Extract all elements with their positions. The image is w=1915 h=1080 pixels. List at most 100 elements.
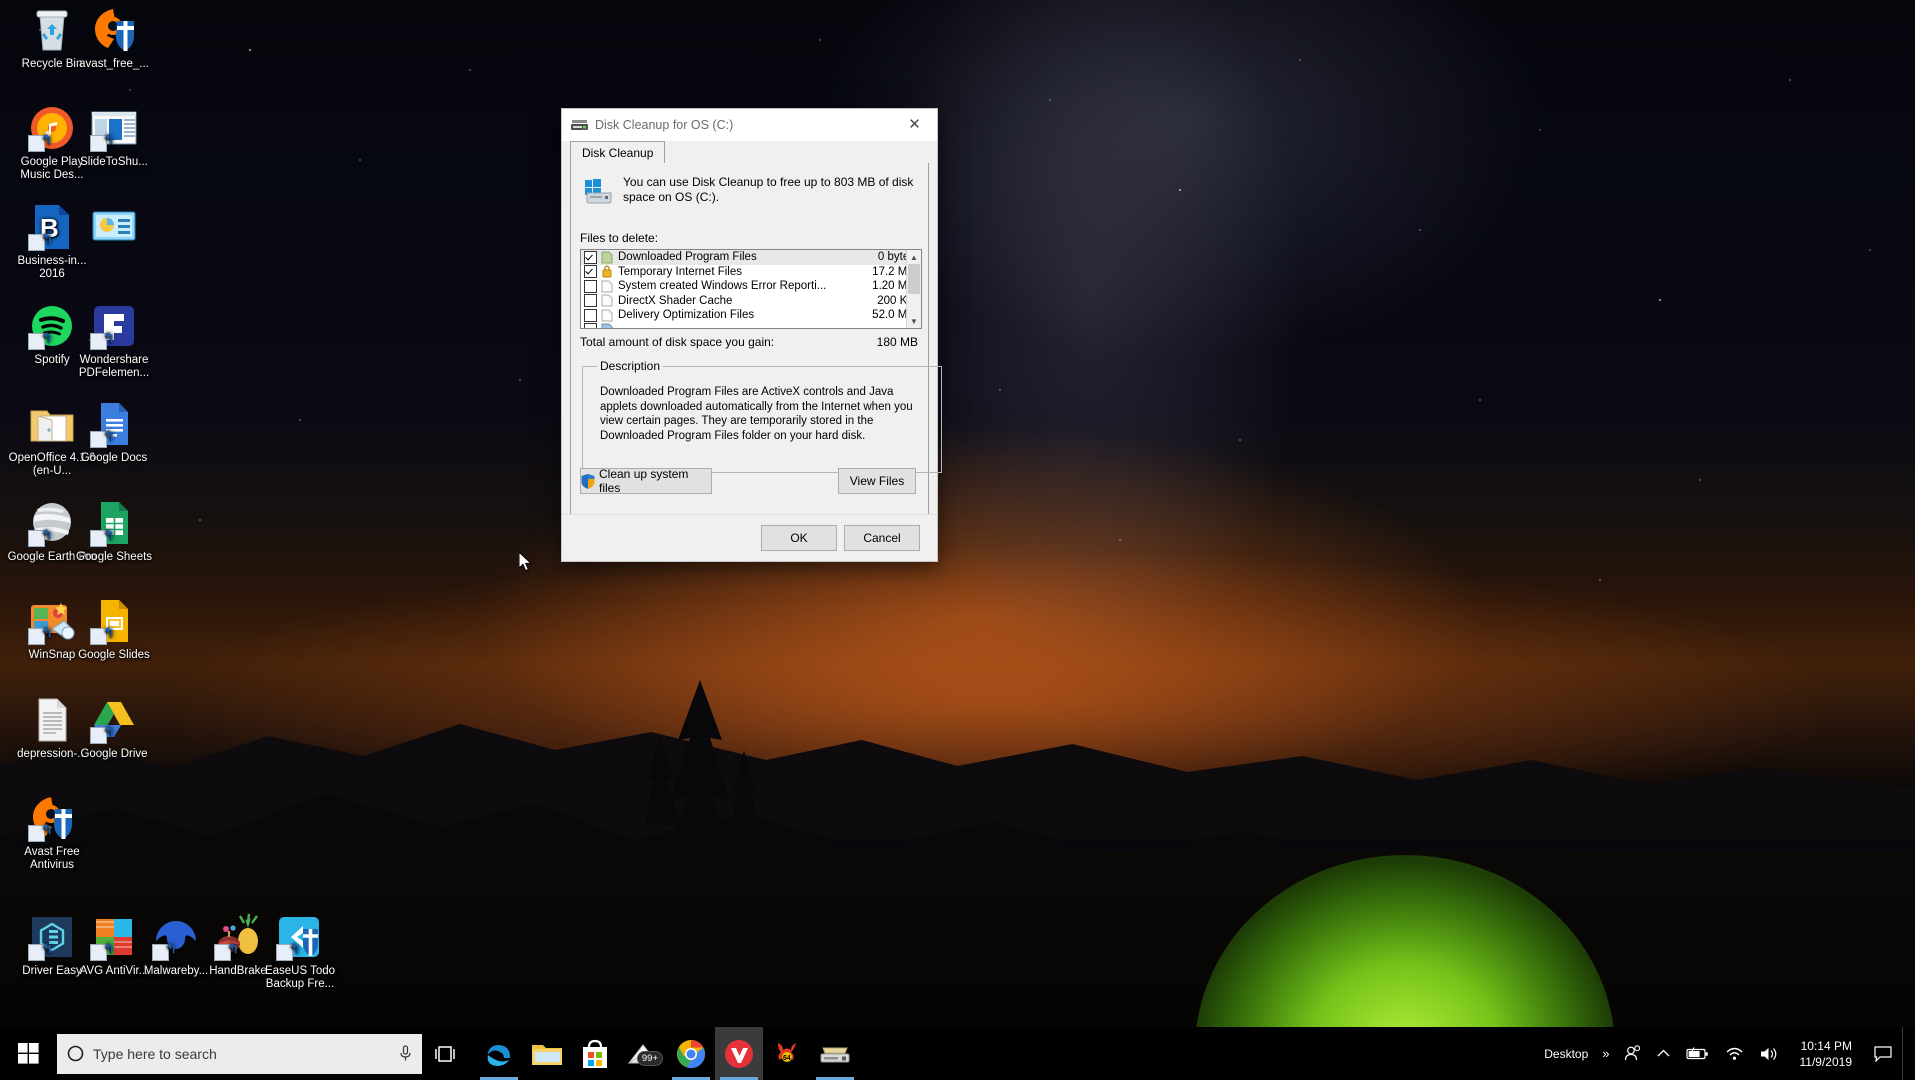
desktop-icon-google-slides-icon[interactable]: Google Slides <box>68 597 160 662</box>
shortcut-overlay-icon <box>90 431 107 448</box>
file-list-row[interactable]: Downloaded Program Files 0 bytes <box>581 250 921 265</box>
chevron-up-icon[interactable] <box>1649 1027 1678 1080</box>
file-checkbox[interactable] <box>584 279 597 293</box>
description-text: Downloaded Program Files are ActiveX con… <box>600 386 913 442</box>
cancel-button[interactable]: Cancel <box>844 525 920 551</box>
taskbar-button-avg-tuneup[interactable]: 64 <box>763 1027 811 1080</box>
desktop-icon-wondershare-pdfelement-icon[interactable]: Wondershare PDFelemen... <box>68 302 160 380</box>
chevron-up-icon[interactable]: ▲ <box>907 250 921 264</box>
shortcut-overlay-icon <box>28 825 45 842</box>
dialog-body: Disk Cleanup You can use Disk Cleanup to… <box>562 141 942 561</box>
desktop-icon-avast-free-antivirus-icon[interactable]: Avast Free Antivirus <box>6 794 98 872</box>
tab-disk-cleanup[interactable]: Disk Cleanup <box>570 141 666 165</box>
notification-icon[interactable] <box>1864 1027 1902 1080</box>
desktop-icon-label: SlideToShu... <box>80 156 148 168</box>
lock-folder-icon <box>601 265 613 278</box>
taskbar-button-vivaldi[interactable] <box>715 1027 763 1080</box>
desktop-icon-google-docs-icon[interactable]: Google Docs <box>68 400 160 465</box>
shortcut-overlay-icon <box>90 727 107 744</box>
chrome-icon <box>676 1039 706 1069</box>
shortcut-overlay-icon <box>28 628 45 645</box>
file-list-row[interactable]: DirectX Shader Cache 200 KB <box>581 294 921 309</box>
shortcut-overlay-icon <box>28 333 45 350</box>
uac-shield-icon <box>581 473 595 489</box>
scrollbar-thumb[interactable] <box>908 264 920 294</box>
dialog-panel: You can use Disk Cleanup to free up to 8… <box>570 163 942 553</box>
file-name: Temporary Internet Files <box>618 265 742 278</box>
file-checkbox[interactable] <box>584 265 597 279</box>
pine-trees <box>645 680 760 865</box>
desktop-icon-easeus-todo-backup-icon[interactable]: EaseUS Todo Backup Fre... <box>254 913 346 991</box>
taskbar-button-file-explorer[interactable] <box>523 1027 571 1080</box>
battery-charging-icon[interactable] <box>1678 1027 1717 1080</box>
desktop-icon-grid: Recycle Binavast_free_...Google Play Mus… <box>0 0 420 1020</box>
file-name: Delivery Optimization Files <box>618 309 755 322</box>
file-checkbox[interactable] <box>584 323 597 328</box>
desktop-icon-google-drive-icon[interactable]: Google Drive <box>68 696 160 761</box>
disk-cleanup-dialog[interactable]: Disk Cleanup for OS (C:) ✕ Disk Cleanup … <box>561 108 942 562</box>
slidetoshutdown-icon <box>90 104 138 152</box>
dialog-title: Disk Cleanup for OS (C:) <box>595 118 734 132</box>
wifi-icon[interactable] <box>1717 1027 1752 1080</box>
taskbar-button-microsoft-store[interactable] <box>571 1027 619 1080</box>
google-sheets-icon <box>90 499 138 547</box>
ok-label: OK <box>790 531 808 545</box>
list-scrollbar[interactable]: ▲ ▼ <box>906 250 921 328</box>
wondershare-pdfelement-icon <box>90 302 138 350</box>
taskbar-button-chrome[interactable] <box>667 1027 715 1080</box>
people-icon[interactable] <box>1616 1027 1649 1080</box>
desktop-icon-google-sheets-icon[interactable]: Google Sheets <box>68 499 160 564</box>
file-checkbox[interactable] <box>584 250 597 264</box>
file-list-row[interactable] <box>581 323 921 328</box>
shortcut-overlay-icon <box>90 135 107 152</box>
google-drive-icon <box>90 696 138 744</box>
microsoft-store-icon <box>581 1039 609 1069</box>
taskbar-button-edge[interactable] <box>475 1027 523 1080</box>
white-file-icon <box>601 309 613 322</box>
file-list-row[interactable]: Temporary Internet Files 17.2 MB <box>581 265 921 280</box>
file-checkbox[interactable] <box>584 308 597 322</box>
file-list-row[interactable]: Delivery Optimization Files 52.0 MB <box>581 308 921 323</box>
file-list-row[interactable]: System created Windows Error Reporti... 1… <box>581 279 921 294</box>
clock[interactable]: 10:14 PM 11/9/2019 <box>1788 1027 1865 1080</box>
view-files-button[interactable]: View Files <box>838 468 916 494</box>
shortcut-overlay-icon <box>90 333 107 350</box>
close-icon[interactable]: ✕ <box>892 109 937 139</box>
task-view-icon[interactable] <box>422 1027 469 1080</box>
chevron-down-icon[interactable]: ▼ <box>907 314 921 328</box>
svg-text:64: 64 <box>783 1055 791 1062</box>
desktop-icon-slidetoshutdown-icon[interactable]: SlideToShu... <box>68 104 160 169</box>
panel-button-row: Clean up system files View Files <box>580 467 922 495</box>
disk-cleanup-icon <box>571 119 588 130</box>
google-docs-icon <box>90 400 138 448</box>
avg-tuneup-icon: 64 <box>772 1040 802 1068</box>
file-checkbox[interactable] <box>584 294 597 308</box>
dialog-titlebar[interactable]: Disk Cleanup for OS (C:) ✕ <box>562 109 937 141</box>
ok-button[interactable]: OK <box>761 525 837 551</box>
file-name: DirectX Shader Cache <box>618 294 733 307</box>
disk-cleanup-icon <box>819 1043 851 1065</box>
search-input[interactable]: Type here to search <box>57 1033 422 1074</box>
chevron-up-overflow-icon[interactable]: » <box>1596 1027 1615 1080</box>
intro-section: You can use Disk Cleanup to free up to 8… <box>581 175 916 205</box>
windows-drive-icon <box>585 179 612 204</box>
desktop-icon-label: Avast Free Antivirus <box>24 846 80 871</box>
clean-up-system-files-button[interactable]: Clean up system files <box>580 467 712 495</box>
desktop-icon-label: Business-in... 2016 <box>17 255 87 280</box>
desktop-icon-avast-icon[interactable]: avast_free_... <box>68 6 160 71</box>
desktop-icon-label: Google Docs <box>80 452 148 464</box>
avast-free-antivirus-icon <box>28 794 76 842</box>
taskbar-button-mail[interactable]: 99+ <box>619 1027 667 1080</box>
avast-icon <box>90 6 138 54</box>
microphone-icon[interactable] <box>399 1045 412 1062</box>
desktop-icon-presentation-icon[interactable] <box>68 203 160 255</box>
files-list[interactable]: Downloaded Program Files 0 bytes Temporary… <box>580 249 922 329</box>
windows-start-icon[interactable] <box>0 1027 57 1080</box>
show-desktop-button[interactable] <box>1902 1027 1915 1080</box>
speaker-icon[interactable] <box>1752 1027 1788 1080</box>
taskbar-button-disk-cleanup[interactable] <box>811 1027 859 1080</box>
tray-desktop-label[interactable]: Desktop <box>1536 1027 1596 1080</box>
description-legend: Description <box>600 359 661 373</box>
shortcut-overlay-icon <box>28 135 45 152</box>
desktop-icon-label: Google Slides <box>78 649 150 661</box>
